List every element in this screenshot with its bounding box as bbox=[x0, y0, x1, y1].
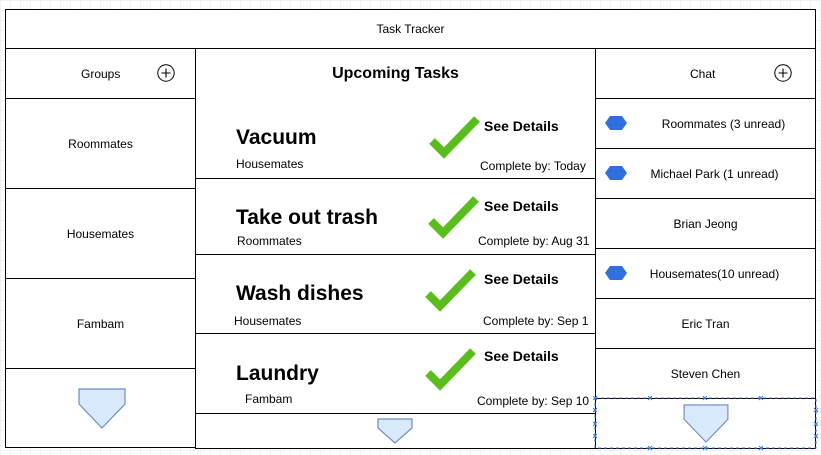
chat-item-label: Steven Chen bbox=[670, 366, 741, 381]
unread-indicator-icon bbox=[605, 116, 627, 130]
chat-item-label: Eric Tran bbox=[681, 316, 730, 331]
chat-item-label: Housemates(10 unread) bbox=[649, 266, 780, 281]
add-group-icon[interactable] bbox=[157, 64, 175, 82]
tasks-scroll-down-icon[interactable] bbox=[377, 418, 413, 444]
chat-header-label: Chat bbox=[690, 67, 716, 81]
group-item-fambam[interactable]: Fambam bbox=[5, 278, 196, 369]
task-title: Laundry bbox=[236, 362, 319, 385]
groups-header: Groups bbox=[5, 48, 196, 99]
chat-item-eric-tran[interactable]: Eric Tran bbox=[595, 298, 816, 349]
task-group: Fambam bbox=[245, 392, 293, 406]
unread-indicator-icon bbox=[605, 166, 627, 180]
checkmark-icon[interactable] bbox=[428, 114, 482, 160]
checkmark-icon[interactable] bbox=[427, 194, 481, 240]
chat-item-michael-park[interactable]: Michael Park (1 unread) bbox=[595, 148, 816, 199]
group-item-label: Fambam bbox=[76, 316, 125, 331]
task-group: Housemates bbox=[234, 314, 302, 328]
chat-header: Chat bbox=[595, 48, 816, 99]
see-details-link[interactable]: See Details bbox=[484, 271, 559, 287]
group-item-roommates[interactable]: Roommates bbox=[5, 98, 196, 189]
chat-item-housemates[interactable]: Housemates(10 unread) bbox=[595, 248, 816, 299]
task-card-vacuum[interactable]: Vacuum Housemates See Details Complete b… bbox=[196, 99, 595, 179]
task-due-date: Complete by: Today bbox=[480, 159, 586, 173]
chat-item-label: Michael Park (1 unread) bbox=[650, 166, 779, 181]
chat-item-steven-chen[interactable]: Steven Chen bbox=[595, 348, 816, 399]
see-details-link[interactable]: See Details bbox=[484, 198, 559, 214]
groups-header-label: Groups bbox=[81, 67, 121, 81]
task-card-laundry[interactable]: Laundry Fambam See Details Complete by: … bbox=[196, 334, 595, 413]
unread-indicator-icon bbox=[605, 266, 627, 280]
see-details-link[interactable]: See Details bbox=[484, 348, 559, 364]
chat-item-label: Roommates (3 unread) bbox=[661, 116, 786, 131]
checkmark-icon[interactable] bbox=[424, 267, 478, 313]
see-details-link[interactable]: See Details bbox=[484, 118, 559, 134]
tasks-header-label: Upcoming Tasks bbox=[332, 64, 459, 82]
selection-outline bbox=[593, 396, 819, 451]
chat-item-brian-jeong[interactable]: Brian Jeong bbox=[595, 198, 816, 249]
task-group: Roommates bbox=[237, 234, 302, 248]
task-divider bbox=[195, 413, 596, 414]
groups-scroll-down-icon[interactable] bbox=[78, 388, 126, 430]
task-title: Wash dishes bbox=[236, 282, 364, 305]
task-due-date: Complete by: Aug 31 bbox=[478, 234, 590, 248]
tasks-header: Upcoming Tasks bbox=[195, 48, 596, 99]
app-title: Task Tracker bbox=[376, 22, 445, 36]
task-due-date: Complete by: Sep 1 bbox=[483, 314, 589, 328]
group-item-label: Roommates bbox=[68, 136, 133, 151]
task-title: Take out trash bbox=[236, 206, 378, 229]
task-group: Housemates bbox=[236, 157, 304, 171]
add-chat-icon[interactable] bbox=[774, 64, 792, 82]
chat-item-roommates[interactable]: Roommates (3 unread) bbox=[595, 98, 816, 149]
chat-item-label: Brian Jeong bbox=[673, 216, 738, 231]
task-card-take-out-trash[interactable]: Take out trash Roommates See Details Com… bbox=[196, 179, 595, 254]
group-item-label: Housemates bbox=[66, 226, 135, 241]
group-item-housemates[interactable]: Housemates bbox=[5, 188, 196, 279]
checkmark-icon[interactable] bbox=[424, 346, 478, 392]
task-title: Vacuum bbox=[236, 126, 317, 149]
task-due-date: Complete by: Sep 10 bbox=[477, 394, 590, 408]
app-title-bar: Task Tracker bbox=[5, 9, 816, 49]
task-card-wash-dishes[interactable]: Wash dishes Housemates See Details Compl… bbox=[196, 255, 595, 333]
groups-more bbox=[5, 368, 196, 448]
